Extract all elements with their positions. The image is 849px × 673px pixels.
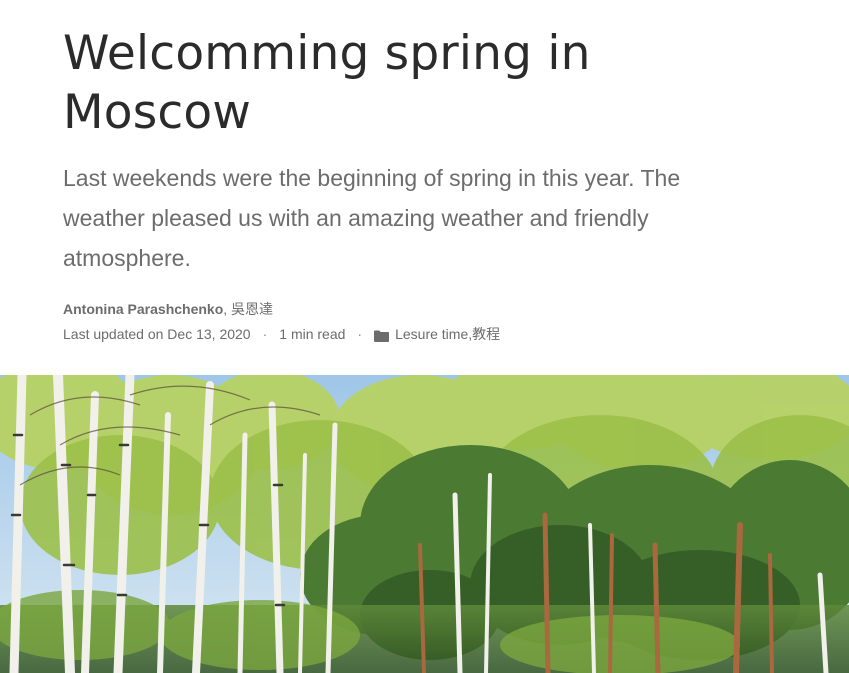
author-list: Antonina Parashchenko, 吳恩達	[63, 300, 783, 318]
page-title: Welcomming spring in Moscow	[63, 26, 591, 140]
meta-separator: ·	[262, 326, 268, 342]
last-updated-date: Last updated on Dec 13, 2020	[63, 326, 251, 342]
article-summary: Last weekends were the beginning of spri…	[63, 165, 681, 271]
author-separator: ,	[223, 301, 232, 317]
category-link-tutorial[interactable]: 教程	[472, 325, 500, 343]
article-header: Welcomming spring in Moscow Last weekend…	[63, 24, 783, 343]
article-metadata: Last updated on Dec 13, 2020 · 1 min rea…	[63, 325, 783, 343]
meta-separator: ·	[357, 326, 363, 342]
author-link-secondary[interactable]: 吳恩達	[231, 301, 273, 317]
author-link-primary[interactable]: Antonina Parashchenko	[63, 301, 223, 317]
featured-image	[0, 375, 849, 673]
folder-icon	[374, 328, 390, 342]
reading-time: 1 min read	[279, 326, 346, 342]
forest-photo	[0, 375, 849, 673]
category-link-leisure[interactable]: Lesure time	[395, 325, 468, 343]
